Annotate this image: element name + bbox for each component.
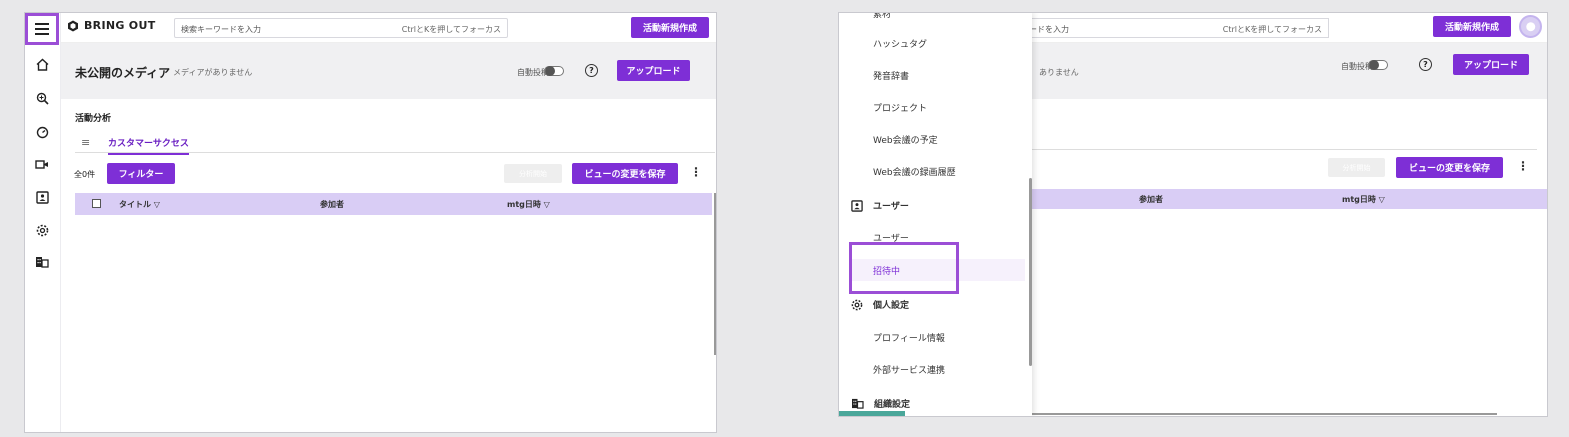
video-icon[interactable] [33,155,51,173]
help-icon[interactable]: ? [585,64,598,77]
save-view-button[interactable]: ビューの変更を保存 [1396,157,1503,178]
search-placeholder: 検索キーワードを入力 [181,25,261,34]
result-count: 全0件 [74,170,96,179]
drawer-item-web-meeting-schedule[interactable]: Web会議の予定 [873,133,938,146]
analyze-start-button[interactable]: 分析開始 [1328,158,1385,177]
search-input[interactable]: 検索キーワードを入力 CtrlとKを押してフォーカス [174,18,508,38]
section-title: 活動分析 [75,114,112,124]
media-title: 未公開のメディア [75,66,171,80]
logo-icon [68,20,78,31]
column-mtg-datetime[interactable]: mtg日時 ▽ [1342,194,1385,205]
tab-customer-success[interactable]: カスタマーサクセス [108,136,189,155]
gear-icon[interactable] [33,221,51,239]
drawer-item-web-meeting-recordings[interactable]: Web会議の録画履歴 [873,165,956,178]
autopost-toggle[interactable] [544,66,564,76]
side-rail [25,13,61,432]
dashboard-gauge-icon[interactable] [33,123,51,141]
drawer-item-project[interactable]: プロジェクト [873,101,927,114]
drawer-section-organization-label: 組織設定 [874,400,911,410]
drawer-section-users-label: ユーザー [873,202,909,212]
search-analysis-icon[interactable] [33,89,51,107]
horizontal-scrollbar[interactable] [1032,413,1497,415]
more-options-icon[interactable]: ⋮ [1517,159,1529,173]
help-icon[interactable]: ? [1419,58,1432,71]
drawer-section-personal-label: 個人設定 [873,301,910,311]
search-input[interactable]: ワードを入力 CtrlとKを押してフォーカス [1019,18,1329,38]
menu-toggle-button[interactable] [25,13,59,45]
drawer-item-external-services[interactable]: 外部サービス連携 [873,363,945,376]
drawer-item-invited[interactable]: 招待中 [873,264,900,277]
column-participants[interactable]: 参加者 [1139,194,1163,205]
drawer-section-organization[interactable]: 組織設定 [851,397,910,410]
drawer-item-pronunciation[interactable]: 発音辞書 [873,69,909,82]
brand-logo[interactable]: BRING OUT [67,19,156,32]
upload-button[interactable]: アップロード [617,60,690,81]
analyze-start-button[interactable]: 分析開始 [504,164,562,183]
logo-text: BRING OUT [84,19,156,32]
upload-button[interactable]: アップロード [1453,54,1529,75]
drawer-section-users[interactable]: ユーザー [851,199,909,212]
search-shortcut-hint: CtrlとKを押してフォーカス [1222,25,1322,34]
drawer-section-personal[interactable]: 個人設定 [851,298,909,311]
drawer-item-profile[interactable]: プロフィール情報 [873,331,945,344]
column-title[interactable]: タイトル ▽ [119,199,160,210]
list-icon[interactable]: ≡ [81,136,90,149]
tab-divider [1032,149,1537,150]
autopost-toggle[interactable] [1368,60,1388,70]
user-card-icon [851,199,863,212]
vertical-scrollbar[interactable] [714,193,716,355]
table-header: 参加者 mtg日時 ▽ [1032,189,1547,209]
column-mtg-datetime[interactable]: mtg日時 ▽ [507,199,550,210]
drawer-item-cut[interactable]: 素材 [873,13,891,20]
organization-icon[interactable] [33,253,51,271]
status-strip [839,411,905,416]
search-shortcut-hint: CtrlとKを押してフォーカス [401,25,501,34]
gear-icon [851,299,863,310]
drawer-scrollbar[interactable] [1029,178,1032,366]
media-subtitle: ありません [1039,68,1079,77]
save-view-button[interactable]: ビューの変更を保存 [572,163,678,184]
organization-icon [852,398,864,409]
select-all-checkbox[interactable] [92,199,101,208]
new-activity-button[interactable]: 活動新規作成 [631,17,709,38]
navigation-drawer: 素材 ハッシュタグ 発音辞書 プロジェクト Web会議の予定 Web会議の録画履… [839,13,1032,416]
more-options-icon[interactable]: ⋮ [690,165,702,179]
drawer-item-hashtag[interactable]: ハッシュタグ [873,37,927,50]
app-window-drawer-open: ワードを入力 CtrlとKを押してフォーカス 活動新規作成 ありません 自動投稿… [838,12,1548,417]
hamburger-icon [35,23,49,35]
new-activity-button[interactable]: 活動新規作成 [1433,16,1511,37]
column-participants[interactable]: 参加者 [320,199,344,210]
home-icon[interactable] [33,55,51,73]
highlight-box [849,242,959,294]
user-card-icon[interactable] [33,188,51,206]
filter-button[interactable]: フィルター [107,163,175,184]
app-window-collapsed: BRING OUT 検索キーワードを入力 CtrlとKを押してフォーカス 活動新… [24,12,717,433]
unpublished-media-band: 未公開のメディア メディアがありません 自動投稿 ? アップロード [61,43,716,99]
table-header: タイトル ▽ 参加者 mtg日時 ▽ [75,193,712,215]
view-tabs: ≡ カスタマーサクセス [75,133,715,155]
media-subtitle: メディアがありません [173,68,253,77]
top-bar: BRING OUT 検索キーワードを入力 CtrlとKを押してフォーカス 活動新… [61,13,716,43]
avatar[interactable] [1519,15,1542,38]
